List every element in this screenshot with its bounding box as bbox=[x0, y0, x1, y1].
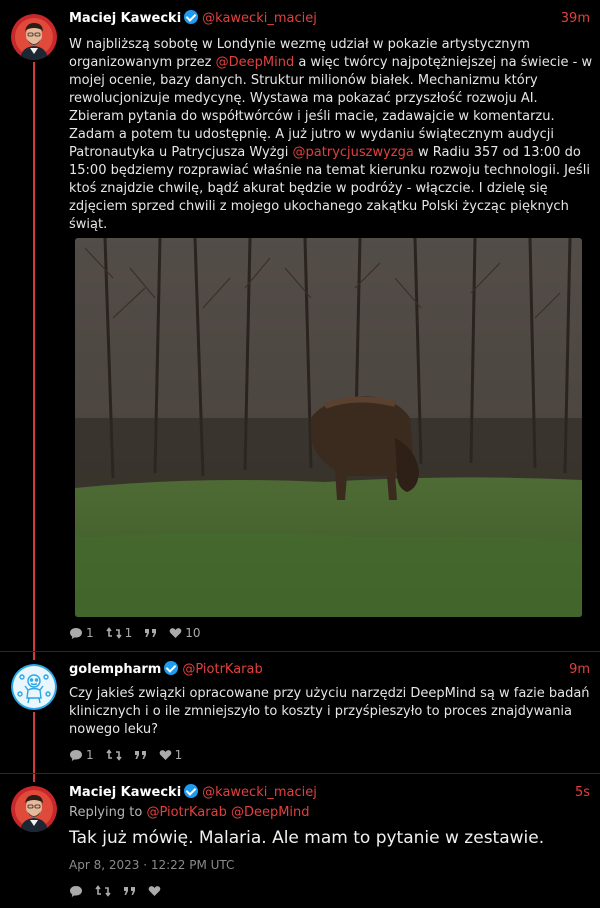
retweet-icon bbox=[106, 627, 122, 639]
tweet-focused[interactable]: Maciej Kawecki @kawecki_maciej 5s Replyin… bbox=[0, 774, 600, 908]
tweet-reply[interactable]: golempharm @PiotrKarab 9m Czy jakieś zwią… bbox=[0, 652, 600, 770]
retweet-button[interactable] bbox=[106, 749, 122, 761]
retweet-icon bbox=[95, 885, 111, 897]
tweet-text: Czy jakieś związki opracowane przy użyci… bbox=[69, 686, 590, 737]
quote-button[interactable] bbox=[144, 628, 157, 638]
like-count: 1 bbox=[174, 748, 183, 762]
reply-button[interactable]: 1 bbox=[69, 748, 94, 762]
comment-icon bbox=[70, 885, 82, 897]
verified-icon bbox=[184, 784, 199, 798]
author-name[interactable]: Maciej Kawecki bbox=[69, 785, 181, 800]
reply-button[interactable]: 1 bbox=[69, 626, 94, 640]
replying-to-label: Replying to bbox=[69, 805, 143, 820]
author-handle[interactable]: @PiotrKarab bbox=[182, 662, 262, 677]
reply-button[interactable] bbox=[69, 885, 83, 898]
reply-count: 1 bbox=[86, 748, 94, 762]
like-button[interactable] bbox=[148, 885, 161, 897]
quote-icon bbox=[134, 751, 146, 759]
retweet-count: 1 bbox=[124, 626, 133, 640]
retweet-icon bbox=[106, 749, 122, 761]
quote-icon bbox=[145, 629, 157, 637]
tweet-time[interactable]: 9m bbox=[569, 660, 590, 680]
tweet-actions: 1 1 bbox=[69, 747, 194, 763]
tweet-photo[interactable] bbox=[75, 238, 582, 617]
avatar[interactable] bbox=[11, 14, 57, 60]
mention-link[interactable]: @patrycjuszwyzga bbox=[293, 145, 414, 160]
author-name[interactable]: golempharm bbox=[69, 662, 161, 677]
heart-icon bbox=[159, 750, 171, 760]
mention-link[interactable]: @DeepMind bbox=[216, 55, 295, 70]
quote-button[interactable] bbox=[134, 750, 147, 760]
author-handle[interactable]: @kawecki_maciej bbox=[202, 785, 317, 800]
quote-button[interactable] bbox=[123, 886, 136, 896]
author-handle[interactable]: @kawecki_maciej bbox=[202, 11, 317, 26]
like-count: 10 bbox=[185, 626, 201, 640]
comment-icon bbox=[70, 749, 82, 761]
heart-icon bbox=[148, 886, 161, 896]
like-button[interactable]: 10 bbox=[169, 626, 201, 640]
tweet-timestamp[interactable]: Apr 8, 2023 · 12:22 PM UTC bbox=[69, 858, 234, 872]
replying-to-mentions[interactable]: @PiotrKarab @DeepMind bbox=[146, 805, 309, 820]
tweet-time[interactable]: 39m bbox=[561, 9, 590, 29]
tweet-main[interactable]: Maciej Kawecki @kawecki_maciej 39m W najb… bbox=[0, 0, 600, 660]
retweet-button[interactable]: 1 bbox=[106, 626, 133, 640]
verified-icon bbox=[184, 10, 199, 24]
quote-icon bbox=[124, 887, 135, 895]
tweet-actions bbox=[69, 883, 173, 899]
tweet-text: Tak już mówię. Malaria. Ale mam to pytan… bbox=[69, 828, 545, 848]
avatar[interactable] bbox=[11, 664, 57, 710]
tweet-header: Maciej Kawecki @kawecki_maciej 5s bbox=[69, 783, 590, 803]
comment-icon bbox=[70, 627, 82, 639]
avatar[interactable] bbox=[11, 786, 57, 832]
verified-icon bbox=[164, 661, 179, 675]
replying-to: Replying to @PiotrKarab @DeepMind bbox=[69, 805, 310, 820]
bison-photo bbox=[75, 238, 582, 617]
like-button[interactable]: 1 bbox=[159, 748, 183, 762]
tweet-actions: 1 1 10 bbox=[69, 625, 213, 641]
tweet-header: golempharm @PiotrKarab 9m bbox=[69, 660, 590, 680]
heart-icon bbox=[169, 628, 182, 638]
reply-count: 1 bbox=[86, 626, 94, 640]
retweet-button[interactable] bbox=[95, 885, 111, 897]
tweet-time[interactable]: 5s bbox=[575, 783, 590, 803]
tweet-header: Maciej Kawecki @kawecki_maciej 39m bbox=[69, 9, 590, 29]
tweet-text: W najbliższą sobotę w Londynie wezmę udz… bbox=[69, 36, 594, 234]
author-name[interactable]: Maciej Kawecki bbox=[69, 11, 181, 26]
